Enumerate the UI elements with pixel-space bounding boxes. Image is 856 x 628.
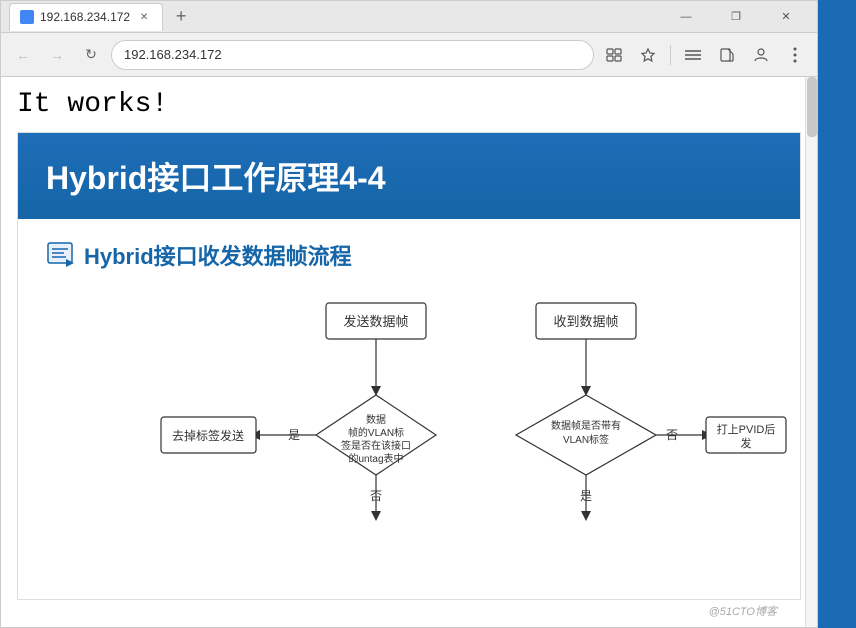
slide-container: Hybrid接口工作原理4-4 Hybrid接口收发数据帧流程 xyxy=(17,132,801,600)
collections-icon[interactable] xyxy=(600,41,628,69)
window-controls: — ❐ ✕ xyxy=(663,1,809,33)
new-tab-button[interactable]: + xyxy=(167,3,195,31)
tab-label: 192.168.234.172 xyxy=(40,10,130,24)
flowchart-svg: 发送数据帧 收到数据帧 数据 帧的VLAN标 xyxy=(46,295,796,565)
browser-tab[interactable]: 192.168.234.172 ✕ xyxy=(9,3,163,31)
svg-text:签是否在该接口: 签是否在该接口 xyxy=(341,439,411,452)
title-bar-left: 192.168.234.172 ✕ + xyxy=(9,3,663,31)
minimize-button[interactable]: — xyxy=(663,1,709,33)
svg-text:帧的VLAN标: 帧的VLAN标 xyxy=(348,426,404,439)
back-button[interactable]: ← xyxy=(9,41,37,69)
edit-icon[interactable] xyxy=(713,41,741,69)
favorites-icon[interactable] xyxy=(634,41,662,69)
svg-text:打上PVID后: 打上PVID后 xyxy=(717,422,776,436)
page-content: It works! Hybrid接口工作原理4-4 Hybr xyxy=(1,77,817,627)
svg-text:去掉标签发送: 去掉标签发送 xyxy=(172,428,244,443)
slide-title: Hybrid接口工作原理4-4 xyxy=(46,153,772,199)
svg-text:的untag表中: 的untag表中 xyxy=(348,452,403,465)
section-icon xyxy=(46,241,74,269)
tab-close-button[interactable]: ✕ xyxy=(136,9,152,25)
svg-text:发送数据帧: 发送数据帧 xyxy=(343,314,408,329)
svg-text:发: 发 xyxy=(741,436,752,450)
slide-header: Hybrid接口工作原理4-4 xyxy=(18,133,800,219)
watermark: @51CTO博客 xyxy=(709,603,777,619)
it-works-text: It works! xyxy=(1,77,817,132)
tab-favicon xyxy=(20,10,34,24)
close-button[interactable]: ✕ xyxy=(763,1,809,33)
svg-text:数据帧是否带有: 数据帧是否带有 xyxy=(551,419,621,432)
restore-button[interactable]: ❐ xyxy=(713,1,759,33)
menu-icon[interactable] xyxy=(679,41,707,69)
svg-text:收到数据帧: 收到数据帧 xyxy=(553,314,618,329)
scroll-thumb[interactable] xyxy=(807,77,817,137)
scrollbar[interactable] xyxy=(805,77,817,627)
svg-text:数据: 数据 xyxy=(366,413,386,426)
desktop-taskbar-area xyxy=(818,0,856,628)
flowchart: 发送数据帧 收到数据帧 数据 帧的VLAN标 xyxy=(46,295,772,575)
section-title-text: Hybrid接口收发数据帧流程 xyxy=(84,239,352,271)
address-bar: ← → ↻ xyxy=(1,33,817,77)
slide-body: Hybrid接口收发数据帧流程 发送数据帧 收到数据帧 xyxy=(18,219,800,599)
section-title-row: Hybrid接口收发数据帧流程 xyxy=(46,239,772,271)
browser-window: 192.168.234.172 ✕ + — ❐ ✕ ← → xyxy=(0,0,818,628)
more-button[interactable] xyxy=(781,41,809,69)
svg-text:VLAN标签: VLAN标签 xyxy=(563,433,609,446)
address-input[interactable] xyxy=(111,40,594,70)
forward-button[interactable]: → xyxy=(43,41,71,69)
toolbar-icons xyxy=(600,41,809,69)
title-bar: 192.168.234.172 ✕ + — ❐ ✕ xyxy=(1,1,817,33)
refresh-button[interactable]: ↻ xyxy=(77,41,105,69)
separator xyxy=(670,45,671,65)
profile-icon[interactable] xyxy=(747,41,775,69)
